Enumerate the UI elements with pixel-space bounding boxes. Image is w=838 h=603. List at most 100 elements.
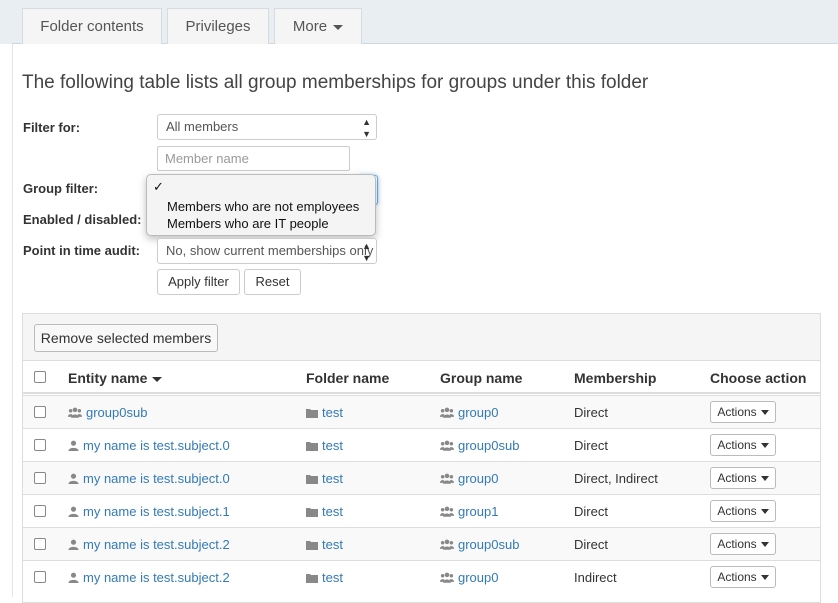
folder-link[interactable]: test bbox=[322, 471, 343, 486]
folder-icon bbox=[306, 406, 318, 421]
row-checkbox[interactable] bbox=[34, 571, 46, 583]
table-row: my name is test.subject.0 test group0 Direc… bbox=[23, 461, 820, 494]
actions-label: Actions bbox=[717, 570, 757, 584]
select-arrows-icon: ▲ ▼ bbox=[362, 117, 371, 139]
table-row: my name is test.subject.2 test group0sub Di… bbox=[23, 527, 820, 560]
remove-selected-label: Remove selected members bbox=[40, 330, 212, 346]
chevron-down-icon bbox=[760, 476, 769, 482]
column-group-name: Group name bbox=[440, 370, 523, 386]
actions-button[interactable]: Actions bbox=[710, 467, 776, 489]
remove-selected-members-button[interactable]: Remove selected members bbox=[34, 324, 218, 352]
point-in-time-label: Point in time audit: bbox=[23, 243, 140, 258]
actions-button[interactable]: Actions bbox=[710, 401, 776, 423]
group-link[interactable]: group0 bbox=[458, 570, 498, 585]
folder-cell: test bbox=[306, 471, 343, 487]
folder-link[interactable]: test bbox=[322, 570, 343, 585]
membership-cell: Direct bbox=[574, 405, 608, 420]
actions-label: Actions bbox=[717, 504, 757, 518]
sort-down-icon bbox=[152, 376, 163, 382]
group-link[interactable]: group0sub bbox=[458, 537, 519, 552]
actions-label: Actions bbox=[717, 537, 757, 551]
table-row: my name is test.subject.1 test group1 Direc… bbox=[23, 494, 820, 527]
tab-folder-contents[interactable]: Folder contents bbox=[22, 8, 162, 44]
group-icon bbox=[440, 505, 454, 520]
group-icon bbox=[68, 406, 82, 421]
membership-cell: Direct bbox=[574, 504, 608, 519]
group-filter-label: Group filter: bbox=[23, 181, 99, 196]
membership-cell: Indirect bbox=[574, 570, 617, 585]
group-icon bbox=[440, 439, 454, 454]
chevron-down-icon bbox=[760, 575, 769, 581]
row-checkbox[interactable] bbox=[34, 472, 46, 484]
group-link[interactable]: group0sub bbox=[458, 438, 519, 453]
actions-button[interactable]: Actions bbox=[710, 533, 776, 555]
apply-filter-button[interactable]: Apply filter bbox=[157, 269, 240, 295]
row-checkbox[interactable] bbox=[34, 505, 46, 517]
column-membership: Membership bbox=[574, 370, 657, 386]
group-link[interactable]: group1 bbox=[458, 504, 498, 519]
group-link[interactable]: group0 bbox=[458, 471, 498, 486]
entity-link[interactable]: group0sub bbox=[86, 405, 147, 420]
row-checkbox[interactable] bbox=[34, 439, 46, 451]
enabled-disabled-label: Enabled / disabled: bbox=[23, 212, 142, 227]
group-filter-dropdown[interactable]: ✓ Members who are not employees Members … bbox=[146, 174, 376, 236]
folder-cell: test bbox=[306, 537, 343, 553]
dropdown-option-it-people[interactable]: Members who are IT people bbox=[167, 216, 329, 231]
row-checkbox[interactable] bbox=[34, 538, 46, 550]
folder-link[interactable]: test bbox=[322, 405, 343, 420]
entity-link[interactable]: my name is test.subject.0 bbox=[83, 471, 230, 486]
actions-button[interactable]: Actions bbox=[710, 566, 776, 588]
column-label: Entity name bbox=[68, 370, 148, 386]
actions-button[interactable]: Actions bbox=[710, 500, 776, 522]
row-checkbox[interactable] bbox=[34, 406, 46, 418]
dropdown-option-not-employees[interactable]: Members who are not employees bbox=[167, 199, 359, 214]
person-icon bbox=[68, 439, 79, 454]
folder-icon bbox=[306, 472, 318, 487]
select-all-checkbox[interactable] bbox=[34, 371, 46, 383]
folder-link[interactable]: test bbox=[322, 438, 343, 453]
tab-label: Privileges bbox=[185, 18, 251, 35]
membership-cell: Direct, Indirect bbox=[574, 471, 658, 486]
actions-label: Actions bbox=[717, 438, 757, 452]
entity-link[interactable]: my name is test.subject.1 bbox=[83, 504, 230, 519]
group-cell: group1 bbox=[440, 504, 498, 520]
entity-link[interactable]: my name is test.subject.2 bbox=[83, 570, 230, 585]
actions-button[interactable]: Actions bbox=[710, 434, 776, 456]
folder-link[interactable]: test bbox=[322, 537, 343, 552]
tab-privileges[interactable]: Privileges bbox=[167, 8, 269, 44]
point-in-time-value: No, show current memberships only bbox=[166, 243, 374, 258]
actions-label: Actions bbox=[717, 405, 757, 419]
chevron-down-icon bbox=[760, 542, 769, 548]
reset-button[interactable]: Reset bbox=[244, 269, 301, 295]
folder-icon bbox=[306, 505, 318, 520]
member-name-input[interactable]: Member name bbox=[157, 146, 350, 171]
chevron-down-icon bbox=[333, 24, 344, 30]
entity-cell: group0sub bbox=[68, 405, 147, 421]
person-icon bbox=[68, 505, 79, 520]
chevron-down-icon bbox=[760, 410, 769, 416]
entity-cell: my name is test.subject.0 bbox=[68, 471, 230, 487]
column-choose-action: Choose action bbox=[710, 370, 807, 386]
tab-label: Folder contents bbox=[40, 18, 144, 35]
entity-link[interactable]: my name is test.subject.0 bbox=[83, 438, 230, 453]
folder-icon bbox=[306, 571, 318, 586]
entity-link[interactable]: my name is test.subject.2 bbox=[83, 537, 230, 552]
filter-for-value: All members bbox=[166, 119, 239, 134]
tab-more[interactable]: More bbox=[274, 8, 362, 44]
group-icon bbox=[440, 406, 454, 421]
filter-for-select[interactable]: All members ▲ ▼ bbox=[157, 114, 377, 140]
table-header: Entity name Folder name Group name Membe… bbox=[23, 362, 820, 394]
point-in-time-select[interactable]: No, show current memberships only ▲ ▼ bbox=[157, 238, 377, 264]
group-cell: group0sub bbox=[440, 537, 519, 553]
group-link[interactable]: group0 bbox=[458, 405, 498, 420]
folder-link[interactable]: test bbox=[322, 504, 343, 519]
entity-cell: my name is test.subject.1 bbox=[68, 504, 230, 520]
tab-label: More bbox=[292, 18, 328, 35]
actions-label: Actions bbox=[717, 471, 757, 485]
checkmark-icon: ✓ bbox=[153, 179, 164, 194]
folder-cell: test bbox=[306, 570, 343, 586]
column-entity-name[interactable]: Entity name bbox=[68, 370, 163, 386]
apply-filter-label: Apply filter bbox=[168, 274, 229, 289]
chevron-down-icon bbox=[760, 509, 769, 515]
entity-cell: my name is test.subject.2 bbox=[68, 537, 230, 553]
